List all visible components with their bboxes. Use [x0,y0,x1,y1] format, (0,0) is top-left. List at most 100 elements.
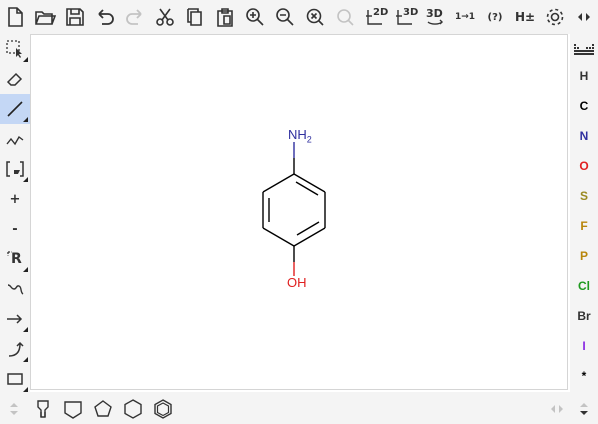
rgroup-label: R [11,251,22,267]
eraser-icon [6,72,23,86]
atom-cl-button[interactable]: Cl [570,271,598,301]
sgroup-tool-button[interactable] [0,154,30,184]
chain-icon [6,135,24,146]
undo-icon [98,9,114,25]
scroll-up-down-icon [10,403,18,415]
redo-button[interactable] [122,4,148,30]
charge-plus-icon: + [9,191,21,207]
zoom-reset-button[interactable] [302,4,328,30]
scroll-left-right-icon [578,13,590,21]
zoom-in-icon [246,8,264,26]
right-toolbar: H C N O S F P Cl Br I * [570,34,598,392]
new-document-icon [8,7,23,27]
submenu-indicator [23,327,28,332]
copy-icon [187,8,202,26]
ring-bond [293,227,326,247]
renumber-icon: 1→1 [454,11,476,22]
atom-s-button[interactable]: S [570,181,598,211]
new-document-button[interactable] [2,4,28,30]
submenu-indicator [23,177,28,182]
lasso-select-icon [6,40,22,58]
optimize-3d-button[interactable]: 3D [422,4,448,30]
hydroxyl-group-label[interactable]: OH [287,275,307,290]
amine-group-label[interactable]: NH2 [288,127,312,145]
ring-bond [262,227,295,247]
atom-br-button[interactable]: Br [570,301,598,331]
folder-open-icon [35,11,56,25]
submenu-indicator [23,357,28,362]
atom-o-button[interactable]: O [570,151,598,181]
cyclopentane-template-button[interactable] [90,396,116,422]
submenu-indicator [23,57,28,62]
single-bond-tool-button[interactable] [0,94,30,124]
top-toolbar: 2D 3D 3D 1→1 (?) H± [0,0,598,34]
bottom-right-scroll-updown[interactable] [572,396,596,422]
scroll-left-right-icon [551,405,563,413]
templates-scroll-leftright[interactable] [544,396,570,422]
paste-button[interactable] [212,4,238,30]
submenu-indicator [23,267,28,272]
explicit-hydrogens-icon: H± [514,10,536,24]
settings-button[interactable] [542,4,568,30]
reaction-plus-tool-button[interactable] [0,274,30,304]
open-button[interactable] [32,4,58,30]
zoom-out-button[interactable] [272,4,298,30]
charge-minus-icon: - [12,221,18,237]
bracket-sgroup-icon [6,161,24,177]
explicit-hydrogens-button[interactable]: H± [512,4,538,30]
charge-minus-button[interactable]: - [0,214,30,244]
rgroup-tool-button[interactable]: R [0,244,30,274]
charge-plus-button[interactable]: + [0,184,30,214]
scissors-icon [156,8,174,26]
check-structure-icon: (?) [487,11,503,23]
molecule-structure[interactable] [31,35,569,391]
atom-p-button[interactable]: P [570,241,598,271]
any-atom-button[interactable]: * [570,361,598,391]
atom-i-button[interactable]: I [570,331,598,361]
clean-3d-button[interactable]: 3D [392,4,418,30]
save-button[interactable] [62,4,88,30]
zoom-in-button[interactable] [242,4,268,30]
atom-c-button[interactable]: C [570,91,598,121]
left-toolbar: + - R [0,34,30,392]
template-library-button[interactable] [30,396,56,422]
mapping-tool-button[interactable] [0,334,30,364]
hexagon-icon [124,399,142,419]
benzene-template-button[interactable] [150,396,176,422]
periodic-table-icon [574,44,594,55]
ring-double-bond [295,181,319,196]
chain-tool-button[interactable] [0,124,30,154]
renumber-button[interactable]: 1→1 [452,4,478,30]
clipboard-icon [217,8,233,27]
search-molecule-icon [337,9,354,26]
rectangle-icon [7,373,23,385]
search-button[interactable] [332,4,358,30]
pentagon-open-icon [64,401,82,419]
cyclohexane-template-button[interactable] [120,396,146,422]
select-tool-button[interactable] [0,34,30,64]
arrow-tool-button[interactable] [0,304,30,334]
template-library-icon [37,400,49,418]
erase-tool-button[interactable] [0,64,30,94]
save-icon [66,8,84,26]
shape-tool-button[interactable] [0,364,30,394]
atom-f-button[interactable]: F [570,211,598,241]
copy-button[interactable] [182,4,208,30]
zoom-reset-icon [306,8,324,26]
bottom-scroll-updown[interactable] [2,396,26,422]
atom-n-button[interactable]: N [570,121,598,151]
drawing-canvas[interactable]: NH2 OH [30,34,568,390]
atom-h-button[interactable]: H [570,61,598,91]
cyclobutane-template-button[interactable] [60,396,86,422]
cut-button[interactable] [152,4,178,30]
toolbar-scroll-arrows[interactable] [572,4,596,30]
scroll-up-down-icon [580,403,588,415]
layout-2d-button[interactable]: 2D [362,4,388,30]
pentagon-icon [94,400,112,417]
benzene-icon [154,399,172,419]
zoom-out-icon [276,8,294,26]
periodic-table-button[interactable] [570,34,598,64]
check-structure-button[interactable]: (?) [482,4,508,30]
curved-arrow-icon [8,341,24,357]
undo-button[interactable] [92,4,118,30]
